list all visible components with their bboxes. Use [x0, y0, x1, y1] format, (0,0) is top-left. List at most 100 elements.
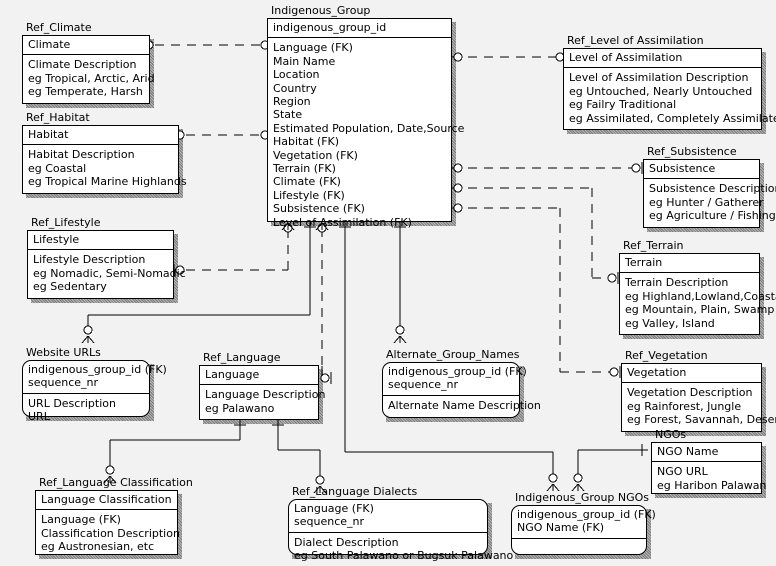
attribute: eg Nomadic, Semi-Nomadic	[33, 266, 186, 280]
entity-body: Language (FK) sequence_nr Dialect Descri…	[288, 499, 513, 562]
attribute-section: Alternate Name Description	[383, 396, 541, 415]
entity-title: Ref_Level of Assimilation	[567, 34, 704, 47]
attribute: Dialect Description	[294, 535, 399, 549]
attribute: Terrain (FK)	[273, 162, 336, 176]
attribute-section: NGO URL eg Haribon Palawan	[652, 462, 766, 495]
entity-title: Indigenous_Group NGOs	[515, 491, 650, 504]
attribute: Habitat (FK)	[273, 135, 340, 149]
entity-body: indigenous_group_id (FK) sequence_nr URL…	[22, 360, 167, 423]
attribute: eg Failry Traditional	[569, 98, 677, 112]
attribute: URL Description	[28, 396, 116, 410]
attribute: eg Assimilated, Completely Assimilated	[569, 111, 776, 125]
attribute: Lifestyle (FK)	[273, 188, 345, 202]
attribute: eg Coastal	[28, 161, 87, 175]
key-attribute: sequence_nr	[294, 515, 365, 529]
attribute: eg Tropical Marine Highlands	[28, 175, 187, 189]
entity-title: Website URLs	[26, 346, 101, 359]
attribute-section: Climate Description eg Tropical, Arctic,…	[23, 55, 155, 101]
attribute: Language (FK)	[273, 41, 353, 55]
entity-title: Ref_Lifestyle	[31, 216, 101, 229]
key-attribute: indigenous_group_id (FK)	[28, 363, 167, 376]
key-section: indigenous_group_id (FK) sequence_nr	[23, 361, 167, 394]
entity-body: Subsistence Subsistence Description eg H…	[643, 159, 776, 228]
key-section: Language (FK) sequence_nr	[289, 500, 487, 533]
entity-body: Language Language Description eg Palawan…	[199, 365, 326, 420]
key-attribute: Lifestyle	[33, 233, 80, 246]
attribute-section: Vegetation Description eg Rainforest, Ju…	[622, 383, 776, 429]
attribute: eg Forest, Savannah, Desert	[627, 413, 776, 427]
attribute-section: Terrain Description eg Highland,Lowland,…	[620, 273, 776, 333]
attribute: Estimated Population, Date,Source	[273, 121, 465, 135]
attribute: Subsistence (FK)	[273, 202, 365, 216]
attribute-section	[512, 539, 646, 562]
key-attribute: Language	[205, 368, 260, 381]
key-attribute: sequence_nr	[388, 378, 459, 392]
key-attribute: NGO Name	[657, 445, 719, 458]
entity-title: Ref_Subsistence	[647, 145, 737, 158]
attribute: NGO URL	[657, 465, 708, 479]
entity-body: indigenous_group_id (FK) sequence_nr Alt…	[382, 362, 541, 418]
entity-body: indigenous_group_id (FK) NGO Name (FK)	[511, 505, 656, 555]
attribute-section: Habitat Description eg Coastal eg Tropic…	[23, 145, 187, 191]
entity-title: Ref_Language Classification	[39, 476, 193, 489]
attribute: Climate (FK)	[273, 175, 341, 189]
attribute-section: Subsistence Description eg Hunter / Gath…	[644, 179, 776, 225]
attribute: eg Highland,Lowland,Coastal	[625, 289, 776, 303]
attribute: eg Palawano	[205, 401, 275, 415]
attribute: State	[273, 108, 303, 122]
attribute: Alternate Name Description	[388, 398, 541, 412]
attribute-section: Lifestyle Description eg Nomadic, Semi-N…	[28, 250, 186, 296]
attribute: Language Description	[205, 388, 326, 402]
key-attribute: Language Classification	[41, 493, 172, 506]
attribute-section: Level of Assimilation Description eg Unt…	[564, 68, 776, 128]
attribute: eg Rainforest, Jungle	[627, 399, 742, 413]
attribute: URL	[28, 410, 50, 424]
attribute: Climate Description	[28, 58, 137, 72]
key-section: Terrain	[620, 254, 759, 274]
entity-title: Indigenous_Group	[271, 4, 371, 17]
attribute: Country	[273, 81, 317, 95]
key-section: indigenous_group_id	[268, 19, 451, 39]
key-section: Lifestyle	[28, 231, 173, 251]
key-section: indigenous_group_id (FK) NGO Name (FK)	[512, 506, 656, 539]
entity-title: Ref_Terrain	[623, 239, 684, 252]
attribute: eg Valley, Island	[625, 316, 715, 330]
key-section: Level of Assimilation	[564, 49, 761, 69]
attribute: Subsistence Description	[649, 182, 776, 196]
attribute: eg Temperate, Harsh	[28, 85, 143, 99]
attribute: Terrain Description	[625, 276, 729, 290]
key-attribute: Habitat	[28, 128, 69, 141]
key-section: Habitat	[23, 126, 178, 146]
key-attribute: indigenous_group_id (FK)	[517, 508, 656, 521]
attribute: Level of Assimilation (FK)	[273, 215, 412, 229]
key-section: NGO Name	[652, 443, 761, 463]
key-attribute: Climate	[28, 38, 71, 51]
entity-title: Ref_Vegetation	[625, 349, 708, 362]
attribute-section: Dialect Description eg South Palawano or…	[289, 533, 513, 566]
entity-body: Vegetation Vegetation Description eg Rai…	[621, 363, 776, 432]
key-attribute: Subsistence	[649, 162, 716, 175]
attribute-section: URL Description URL	[23, 394, 149, 427]
key-attribute: Language (FK)	[294, 502, 374, 515]
entity-body: Climate Climate Description eg Tropical,…	[22, 35, 155, 104]
entity-body: Lifestyle Lifestyle Description eg Nomad…	[27, 230, 186, 299]
key-section: indigenous_group_id (FK) sequence_nr	[383, 363, 527, 396]
entity-title: Ref_Language	[203, 351, 281, 364]
key-section: Vegetation	[622, 364, 761, 384]
attribute: eg Hunter / Gatherer	[649, 195, 764, 209]
entity-body: Terrain Terrain Description eg Highland,…	[619, 253, 776, 335]
key-section: Language	[200, 366, 318, 386]
key-section: Climate	[23, 36, 149, 56]
er-diagram-canvas: Indigenous_Group indigenous_group_id Lan…	[0, 0, 776, 565]
attribute: Region	[273, 95, 311, 109]
key-attribute: sequence_nr	[28, 376, 99, 390]
entity-title: Alternate_Group_Names	[386, 348, 520, 361]
entity-title: Ref_Climate	[26, 21, 92, 34]
attribute: Main Name	[273, 54, 336, 68]
attribute: Lifestyle Description	[33, 253, 146, 267]
attribute: Habitat Description	[28, 148, 135, 162]
attribute: eg Austronesian, etc	[41, 540, 155, 554]
key-attribute: indigenous_group_id	[273, 21, 387, 34]
entity-body: indigenous_group_id Language (FK) Main N…	[267, 18, 465, 229]
attribute: eg Tropical, Arctic, Arid	[28, 71, 155, 85]
